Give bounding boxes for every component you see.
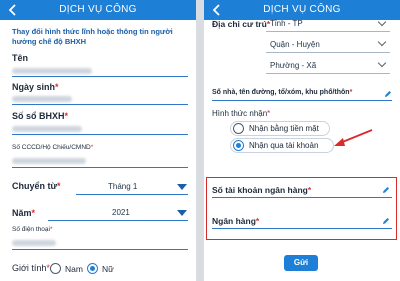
year-label: Năm* xyxy=(12,208,36,218)
bhxh-field[interactable] xyxy=(12,134,188,135)
month-select-value: Tháng 1 xyxy=(108,182,138,191)
receive-radio-cash[interactable] xyxy=(233,123,244,134)
phone-field[interactable] xyxy=(12,249,188,250)
bank-pencil-icon[interactable] xyxy=(382,217,390,225)
transfer-label: Chuyển từ* xyxy=(12,181,61,191)
gender-radio-nu[interactable] xyxy=(87,263,98,274)
id-field[interactable] xyxy=(12,167,188,168)
year-dropdown-caret-icon[interactable] xyxy=(177,210,187,216)
arrow-annotation-icon xyxy=(334,129,373,146)
account-pencil-icon[interactable] xyxy=(382,186,390,194)
dob-field[interactable] xyxy=(12,104,188,105)
gender-radio-nam[interactable] xyxy=(50,263,61,274)
submit-button[interactable]: Gửi xyxy=(284,255,318,271)
province-select-value: Tỉnh - TP xyxy=(270,19,303,28)
province-select[interactable] xyxy=(266,31,390,32)
header-title: DỊCH VỤ CÔNG xyxy=(59,4,137,15)
header-title: DỊCH VỤ CÔNG xyxy=(263,4,341,15)
receive-option-account[interactable]: Nhận qua tài khoản xyxy=(249,141,318,150)
right-phone-screen: DỊCH VỤ CÔNG Địa chỉ cư trú* Tỉnh - TP Q… xyxy=(204,0,400,281)
year-select-value: 2021 xyxy=(112,208,130,217)
bank-field[interactable] xyxy=(212,228,392,229)
address-label: Địa chỉ cư trú* xyxy=(212,19,271,29)
month-select[interactable] xyxy=(76,194,188,195)
name-value-redacted xyxy=(12,68,92,74)
phone-label: Số điện thoại* xyxy=(12,226,53,233)
district-chevron-down-icon[interactable] xyxy=(377,37,387,47)
street-pencil-icon[interactable] xyxy=(384,90,392,98)
id-value-redacted xyxy=(12,158,86,164)
gender-label: Giới tính* xyxy=(12,263,50,273)
form-notice: Thay đổi hình thức lĩnh hoặc thông tin n… xyxy=(12,27,173,46)
left-phone-screen: DỊCH VỤ CÔNG Thay đổi hình thức lĩnh hoặ… xyxy=(0,0,196,281)
ward-select-value: Phường - Xã xyxy=(270,61,317,70)
bhxh-value-redacted xyxy=(12,126,82,132)
receive-option-cash[interactable]: Nhận bằng tiền mặt xyxy=(249,124,319,133)
gender-option-nu[interactable]: Nữ xyxy=(102,264,114,274)
ward-select[interactable] xyxy=(266,73,390,74)
app-header: DỊCH VỤ CÔNG xyxy=(204,0,400,20)
bhxh-label: Số sổ BHXH* xyxy=(12,111,69,121)
ward-chevron-down-icon[interactable] xyxy=(377,58,387,68)
receive-label: Hình thức nhận* xyxy=(212,109,271,118)
app-header: DỊCH VỤ CÔNG xyxy=(0,0,196,20)
account-field[interactable] xyxy=(212,197,392,198)
month-dropdown-caret-icon[interactable] xyxy=(177,184,187,190)
district-select-value: Quận - Huyện xyxy=(270,40,320,49)
street-label: Số nhà, tên đường, tổ/xóm, khu phố/thôn* xyxy=(212,89,353,96)
account-label: Số tài khoản ngân hàng* xyxy=(212,185,312,195)
street-field[interactable] xyxy=(212,100,392,101)
year-select[interactable] xyxy=(48,220,188,221)
id-label: Số CCCD/Hộ Chiếu/CMND* xyxy=(12,144,94,151)
dob-label: Ngày sinh* xyxy=(12,82,59,92)
phone-value-redacted xyxy=(12,240,56,246)
name-field[interactable] xyxy=(12,76,188,77)
dob-value-redacted xyxy=(12,96,72,102)
name-label: Tên xyxy=(12,53,29,63)
receive-radio-account[interactable] xyxy=(233,140,244,151)
district-select[interactable] xyxy=(266,52,390,53)
bank-label: Ngân hàng* xyxy=(212,216,260,226)
gender-option-nam[interactable]: Nam xyxy=(65,264,83,274)
